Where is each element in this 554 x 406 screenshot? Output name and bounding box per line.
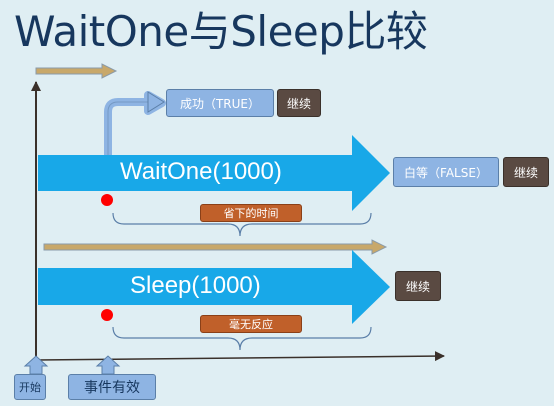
sleep-arrow-label: Sleep(1000) <box>130 272 261 299</box>
sleep-red-dot <box>101 309 113 321</box>
saved-time-label: 省下的时间 <box>200 204 302 222</box>
waitone-arrow-label: WaitOne(1000) <box>120 158 282 185</box>
middle-thin-arrow <box>43 239 388 255</box>
start-marker-arrow <box>23 355 49 375</box>
waitone-red-dot <box>101 194 113 206</box>
diagram-canvas: WaitOne与Sleep比较 WaitOne(1000) 成功（TRUE） 继… <box>0 0 554 406</box>
top-thin-arrow <box>35 63 118 79</box>
page-title: WaitOne与Sleep比较 <box>14 7 428 56</box>
timeout-continue-box: 继续 <box>503 157 549 187</box>
x-axis <box>35 351 445 362</box>
event-valid-marker-label: 事件有效 <box>68 374 156 400</box>
success-continue-box: 继续 <box>277 89 321 117</box>
sleep-continue-box: 继续 <box>395 271 441 301</box>
no-response-label: 毫无反应 <box>200 315 302 333</box>
timeout-box: 白等（FALSE） <box>393 157 499 187</box>
start-marker-label: 开始 <box>14 374 46 400</box>
success-box: 成功（TRUE） <box>166 89 274 117</box>
